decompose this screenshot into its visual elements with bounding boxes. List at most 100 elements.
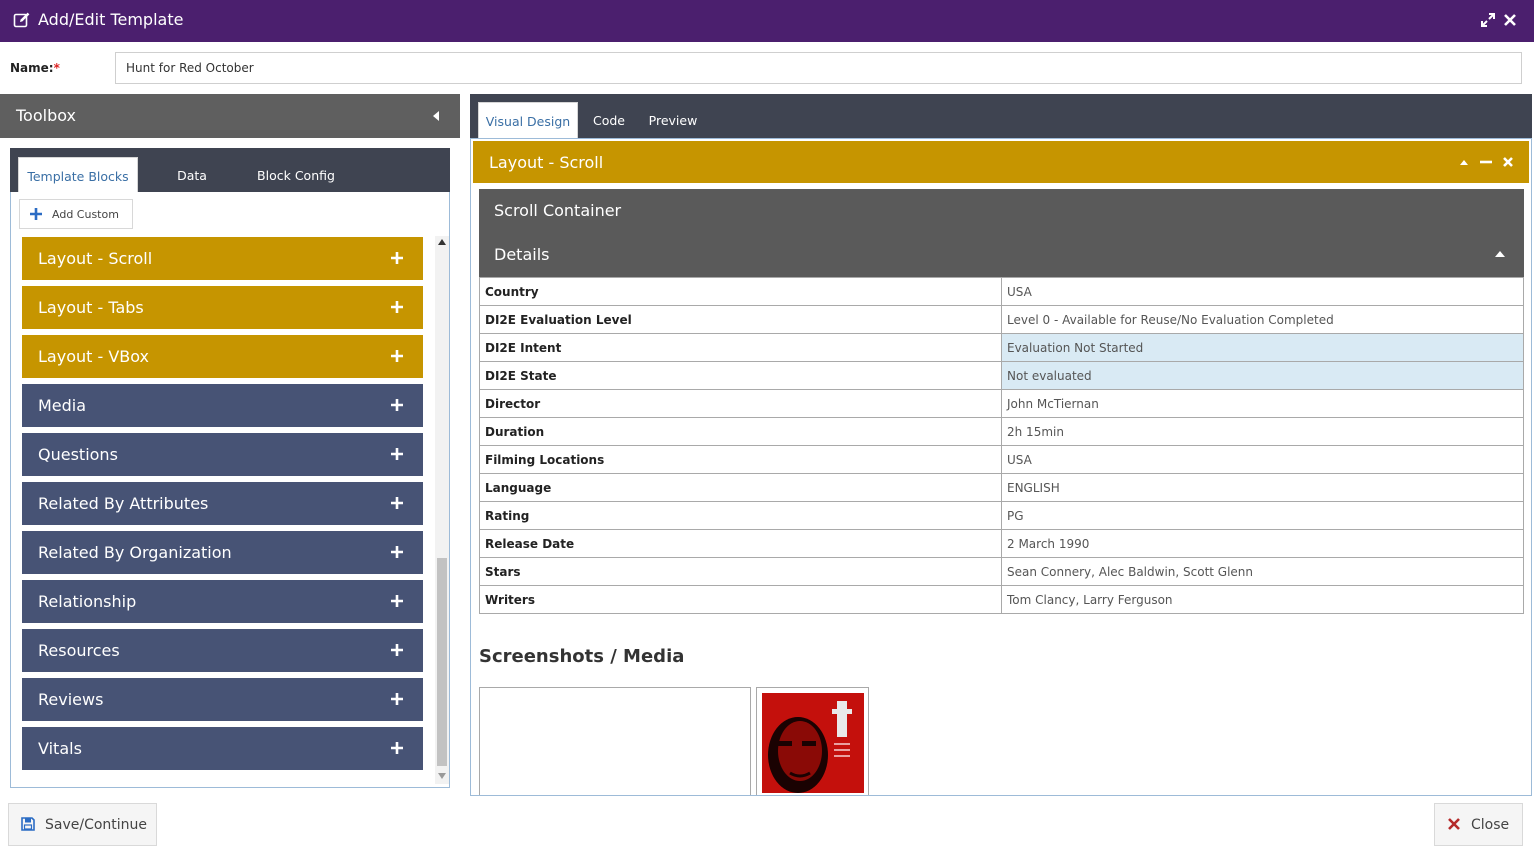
block-label: Vitals — [38, 739, 82, 758]
attribute-key: Filming Locations — [479, 445, 1002, 474]
save-continue-label: Save/Continue — [45, 817, 148, 833]
attribute-key: DI2E State — [479, 361, 1002, 390]
block-label: Resources — [38, 641, 120, 660]
caret-up-icon[interactable] — [1494, 250, 1506, 258]
attribute-key: DI2E Intent — [479, 333, 1002, 362]
attribute-value: USA — [1001, 445, 1524, 474]
remove-icon[interactable] — [1501, 155, 1515, 169]
table-row: Filming Locations USA — [479, 445, 1524, 474]
scrollbar-thumb[interactable] — [437, 558, 447, 766]
plus-icon[interactable] — [390, 643, 404, 657]
attribute-value: Tom Clancy, Larry Ferguson — [1001, 585, 1524, 614]
table-row: Release Date 2 March 1990 — [479, 529, 1524, 558]
attribute-value: Level 0 - Available for Reuse/No Evaluat… — [1001, 305, 1524, 334]
toolbox-scrollbar[interactable] — [435, 236, 449, 784]
media-thumbnail-empty[interactable] — [479, 687, 751, 795]
plus-icon[interactable] — [390, 349, 404, 363]
block-label: Questions — [38, 445, 118, 464]
close-button[interactable]: Close — [1434, 803, 1523, 846]
block-related-by-organization[interactable]: Related By Organization — [22, 531, 423, 574]
close-label: Close — [1471, 817, 1510, 833]
block-layout-scroll[interactable]: Layout - Scroll — [22, 237, 423, 280]
plus-icon[interactable] — [390, 545, 404, 559]
attribute-value: John McTiernan — [1001, 389, 1524, 418]
block-media[interactable]: Media — [22, 384, 423, 427]
poster-artwork-icon — [762, 693, 864, 793]
attribute-key: Language — [479, 473, 1002, 502]
collapse-left-icon[interactable] — [431, 110, 441, 122]
plus-icon[interactable] — [390, 251, 404, 265]
tab-data[interactable]: Data — [152, 157, 232, 192]
scroll-up-icon[interactable] — [438, 238, 446, 246]
scroll-down-icon[interactable] — [438, 772, 446, 780]
maximize-icon[interactable] — [1480, 12, 1496, 28]
attribute-value: 2h 15min — [1001, 417, 1524, 446]
attribute-key: Rating — [479, 501, 1002, 530]
layout-scroll-header[interactable]: Layout - Scroll — [473, 141, 1529, 183]
table-row: Stars Sean Connery, Alec Baldwin, Scott G… — [479, 557, 1524, 586]
save-icon — [21, 817, 35, 831]
block-label: Related By Organization — [38, 543, 232, 562]
move-up-icon[interactable] — [1457, 155, 1471, 169]
attribute-value: ENGLISH — [1001, 473, 1524, 502]
attribute-key: Duration — [479, 417, 1002, 446]
close-x-icon — [1448, 818, 1460, 830]
table-row: Writers Tom Clancy, Larry Ferguson — [479, 585, 1524, 614]
tab-block-config[interactable]: Block Config — [246, 157, 346, 192]
block-label: Layout - Scroll — [38, 249, 153, 268]
block-layout-vbox[interactable]: Layout - VBox — [22, 335, 423, 378]
table-row: DI2E State Not evaluated — [479, 361, 1524, 390]
tab-template-blocks[interactable]: Template Blocks — [18, 157, 138, 192]
table-row: Country USA — [479, 277, 1524, 306]
plus-icon[interactable] — [390, 741, 404, 755]
block-resources[interactable]: Resources — [22, 629, 423, 672]
details-header[interactable]: Details — [479, 233, 1524, 277]
layout-block-title: Layout - Scroll — [489, 153, 604, 172]
details-title: Details — [494, 245, 550, 264]
block-reviews[interactable]: Reviews — [22, 678, 423, 721]
save-continue-button[interactable]: Save/Continue — [8, 803, 157, 846]
add-custom-button[interactable]: Add Custom — [19, 199, 133, 229]
add-custom-label: Add Custom — [52, 208, 119, 221]
plus-icon[interactable] — [390, 398, 404, 412]
scroll-container-header: Scroll Container — [479, 189, 1524, 233]
required-mark: * — [53, 61, 60, 75]
block-related-by-attributes[interactable]: Related By Attributes — [22, 482, 423, 525]
edit-icon — [13, 12, 30, 28]
attribute-key: Country — [479, 277, 1002, 306]
plus-icon[interactable] — [390, 300, 404, 314]
name-input[interactable] — [115, 52, 1522, 84]
name-label: Name:* — [10, 61, 60, 75]
minimize-icon[interactable] — [1479, 155, 1493, 169]
movie-poster-image — [762, 693, 864, 793]
block-questions[interactable]: Questions — [22, 433, 423, 476]
tab-preview[interactable]: Preview — [642, 102, 704, 138]
table-row: Language ENGLISH — [479, 473, 1524, 502]
plus-icon[interactable] — [390, 447, 404, 461]
block-layout-tabs[interactable]: Layout - Tabs — [22, 286, 423, 329]
table-row: DI2E Evaluation Level Level 0 - Available… — [479, 305, 1524, 334]
plus-icon[interactable] — [390, 594, 404, 608]
block-relationship[interactable]: Relationship — [22, 580, 423, 623]
block-label: Relationship — [38, 592, 137, 611]
plus-icon[interactable] — [390, 692, 404, 706]
attribute-key: DI2E Evaluation Level — [479, 305, 1002, 334]
attribute-key: Writers — [479, 585, 1002, 614]
attribute-key: Stars — [479, 557, 1002, 586]
toolbox-header[interactable]: Toolbox — [0, 94, 460, 138]
table-row: DI2E Intent Evaluation Not Started — [479, 333, 1524, 362]
block-label: Related By Attributes — [38, 494, 209, 513]
tab-visual-design[interactable]: Visual Design — [478, 102, 578, 138]
block-label: Layout - VBox — [38, 347, 150, 366]
block-label: Layout - Tabs — [38, 298, 144, 317]
toolbox-body: Add Custom Layout - Scroll Layout - Tabs… — [10, 192, 450, 788]
tab-code[interactable]: Code — [584, 102, 634, 138]
media-thumbnail-poster[interactable] — [756, 687, 869, 795]
table-row: Director John McTiernan — [479, 389, 1524, 418]
media-section-title: Screenshots / Media — [479, 646, 685, 667]
block-vitals[interactable]: Vitals — [22, 727, 423, 770]
close-icon[interactable] — [1502, 12, 1518, 28]
plus-icon[interactable] — [390, 496, 404, 510]
scroll-container-title: Scroll Container — [494, 201, 622, 220]
attribute-key: Release Date — [479, 529, 1002, 558]
